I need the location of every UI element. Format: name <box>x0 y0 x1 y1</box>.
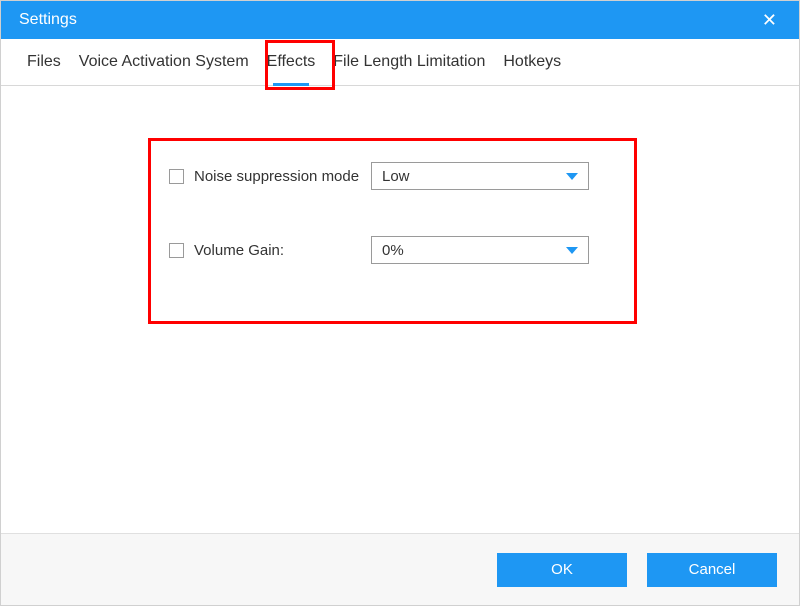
cancel-button[interactable]: Cancel <box>647 553 777 587</box>
volume-gain-dropdown[interactable]: 0% <box>371 236 589 264</box>
titlebar: Settings ✕ <box>1 1 799 39</box>
tab-file-length[interactable]: File Length Limitation <box>333 53 485 85</box>
tab-voice-activation[interactable]: Voice Activation System <box>79 53 249 85</box>
window-title: Settings <box>19 11 77 29</box>
noise-suppression-checkbox[interactable] <box>169 169 184 184</box>
effects-content: Noise suppression mode Low Volume Gain: … <box>1 86 799 533</box>
noise-suppression-row: Noise suppression mode Low <box>1 162 799 190</box>
tab-hotkeys[interactable]: Hotkeys <box>503 53 561 85</box>
tab-bar: Files Voice Activation System Effects Fi… <box>1 39 799 86</box>
volume-gain-value: 0% <box>382 242 404 259</box>
tab-effects[interactable]: Effects <box>267 53 316 85</box>
noise-suppression-label: Noise suppression mode <box>194 168 359 185</box>
noise-suppression-dropdown[interactable]: Low <box>371 162 589 190</box>
close-icon[interactable]: ✕ <box>762 10 777 31</box>
footer: OK Cancel <box>1 533 799 605</box>
noise-suppression-value: Low <box>382 168 410 185</box>
noise-suppression-left: Noise suppression mode <box>1 168 371 185</box>
chevron-down-icon <box>566 247 578 254</box>
volume-gain-row: Volume Gain: 0% <box>1 236 799 264</box>
chevron-down-icon <box>566 173 578 180</box>
volume-gain-label: Volume Gain: <box>194 242 284 259</box>
tab-files[interactable]: Files <box>27 53 61 85</box>
ok-button[interactable]: OK <box>497 553 627 587</box>
volume-gain-left: Volume Gain: <box>1 242 371 259</box>
volume-gain-checkbox[interactable] <box>169 243 184 258</box>
settings-window: Settings ✕ Files Voice Activation System… <box>0 0 800 606</box>
